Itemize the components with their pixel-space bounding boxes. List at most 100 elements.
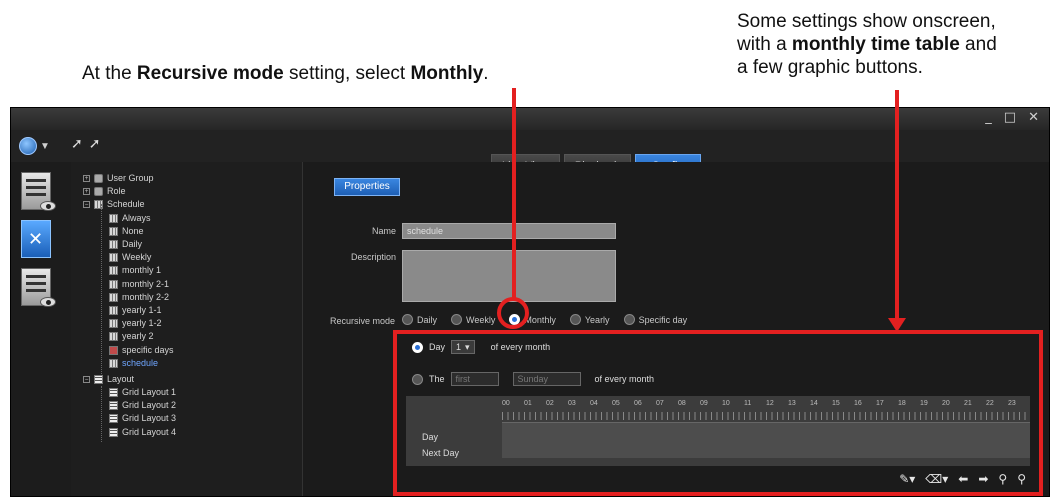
close-icon[interactable]: ✕ (1028, 110, 1039, 125)
tree-item[interactable]: specific days (109, 344, 174, 357)
globe-icon (19, 137, 37, 155)
callout-time-table: Some settings show onscreen, with a mont… (737, 10, 1057, 79)
callout-bold: Monthly (410, 63, 484, 84)
expand-toggle-icon[interactable]: − (83, 375, 90, 383)
tree-item[interactable]: yearly 1-2 (109, 317, 162, 330)
recursive-option-yearly[interactable]: Yearly (569, 314, 610, 325)
option-label: Daily (417, 314, 438, 325)
recursive-option-daily[interactable]: Daily (402, 314, 437, 325)
grid-icon (94, 374, 103, 384)
eye-icon (40, 201, 56, 211)
schedule-icon (109, 332, 118, 342)
tree-item[interactable]: − Schedule (83, 198, 145, 211)
callout-text: . (483, 63, 489, 84)
minimize-icon[interactable]: _ (985, 110, 992, 125)
callout-text: setting, select (283, 63, 411, 84)
side-icon-column (11, 162, 71, 496)
annotation-highlight-box (393, 330, 1043, 496)
users-icon (94, 174, 103, 183)
tree-item[interactable]: None (109, 225, 144, 238)
tree-item[interactable]: monthly 2-2 (109, 291, 169, 304)
tree-item[interactable]: − Layout (83, 373, 134, 386)
recursive-mode-label: Recursive mode (330, 316, 396, 326)
tree-item[interactable]: + User Group (83, 172, 154, 185)
tree-item-label: schedule (122, 357, 159, 368)
tree-item[interactable]: Daily (109, 238, 142, 251)
properties-button[interactable]: Properties (334, 178, 400, 196)
name-label: Name (371, 226, 396, 236)
grid-icon (109, 427, 118, 437)
tree-item-label: monthly 2-1 (122, 278, 170, 289)
radio-button[interactable] (569, 314, 581, 325)
tree-item-label: monthly 2-2 (122, 291, 170, 302)
option-label: Yearly (584, 314, 610, 325)
recursive-option-specific-day[interactable]: Specific day (623, 314, 688, 325)
tree-item-label: Grid Layout 2 (122, 400, 177, 411)
tree-item-label: Layout (107, 373, 135, 384)
config-tree: + User Group + Role − Schedule Always None Daily… (71, 162, 303, 496)
tree-item[interactable]: + Role (83, 185, 126, 198)
redirect-arrow-icon[interactable]: ➚ (89, 136, 101, 152)
tree-item[interactable]: Grid Layout 1 (109, 386, 176, 399)
tree-item-label: yearly 1-2 (122, 318, 162, 329)
tree-item-label: None (122, 225, 144, 236)
expand-toggle-icon[interactable]: − (83, 201, 90, 209)
callout-bold: Recursive mode (136, 63, 284, 84)
tree-item-label: Grid Layout 1 (122, 387, 177, 397)
toolbar: ▼ ➚ ➚ Live View Playback Config (11, 130, 1049, 176)
tree-item[interactable]: schedule (109, 357, 158, 370)
window-controls: _ □ ✕ (985, 110, 1039, 125)
option-label: Weekly (466, 314, 496, 325)
main-menu-button[interactable]: ▼ (19, 136, 57, 156)
tree-item-label: Role (107, 186, 126, 197)
nav-arrows: ➚ ➚ (71, 136, 100, 152)
tree-item[interactable]: Grid Layout 2 (109, 399, 176, 412)
tree-item-label: Schedule (107, 199, 145, 210)
tree-item[interactable]: Always (109, 212, 151, 225)
schedule-icon (109, 240, 118, 249)
schedule-icon (109, 226, 118, 236)
schedule-icon (109, 266, 118, 276)
description-label: Description (350, 252, 396, 262)
tree-item[interactable]: monthly 1 (109, 264, 161, 277)
eye-icon (40, 297, 56, 307)
callout-bold: monthly time table (791, 34, 960, 55)
tree-item[interactable]: yearly 1-1 (109, 304, 162, 317)
config-tools-icon[interactable] (21, 220, 51, 258)
expand-toggle-icon[interactable]: + (83, 175, 90, 182)
radio-button[interactable] (402, 314, 413, 325)
tree-item[interactable]: monthly 2-1 (109, 278, 169, 291)
tree-item-label: Daily (122, 239, 143, 249)
description-field[interactable] (402, 250, 616, 302)
server-view-icon[interactable] (21, 172, 56, 211)
recursive-option-weekly[interactable]: Weekly (451, 314, 495, 325)
callout-line: with a monthly time table and (737, 33, 1057, 56)
grid-icon (109, 388, 118, 397)
tree-item-label: specific days (122, 344, 174, 355)
callout-line: Some settings show onscreen, (737, 11, 996, 32)
radio-button[interactable] (623, 314, 635, 325)
callout-text: At the (82, 63, 137, 84)
expand-toggle-icon[interactable]: + (83, 188, 90, 196)
redirect-arrow-icon[interactable]: ➚ (71, 136, 83, 152)
tree-item[interactable]: yearly 2 (109, 330, 154, 343)
option-label: Specific day (638, 314, 688, 325)
callout-recursive-mode: At the Recursive mode setting, select Mo… (82, 62, 642, 85)
schedule-icon (109, 306, 118, 315)
tree-item-label: yearly 1-1 (122, 305, 162, 315)
callout-text: with a (737, 34, 792, 55)
tree-item[interactable]: Grid Layout 4 (109, 426, 176, 439)
schedule-icon (109, 358, 118, 368)
tree-item[interactable]: Grid Layout 3 (109, 412, 176, 425)
radio-button[interactable] (451, 314, 463, 325)
tree-connector (101, 386, 102, 442)
callout-line: a few graphic buttons. (737, 57, 923, 78)
name-field[interactable]: schedule (402, 223, 616, 239)
schedule-icon (109, 319, 118, 329)
server-playback-icon[interactable] (21, 268, 56, 307)
option-label: Monthly (524, 314, 556, 325)
callout-text: and (959, 34, 997, 55)
tree-item[interactable]: Weekly (109, 251, 151, 264)
restore-icon[interactable]: □ (1004, 110, 1016, 125)
tree-item-label: Grid Layout 4 (122, 426, 177, 437)
